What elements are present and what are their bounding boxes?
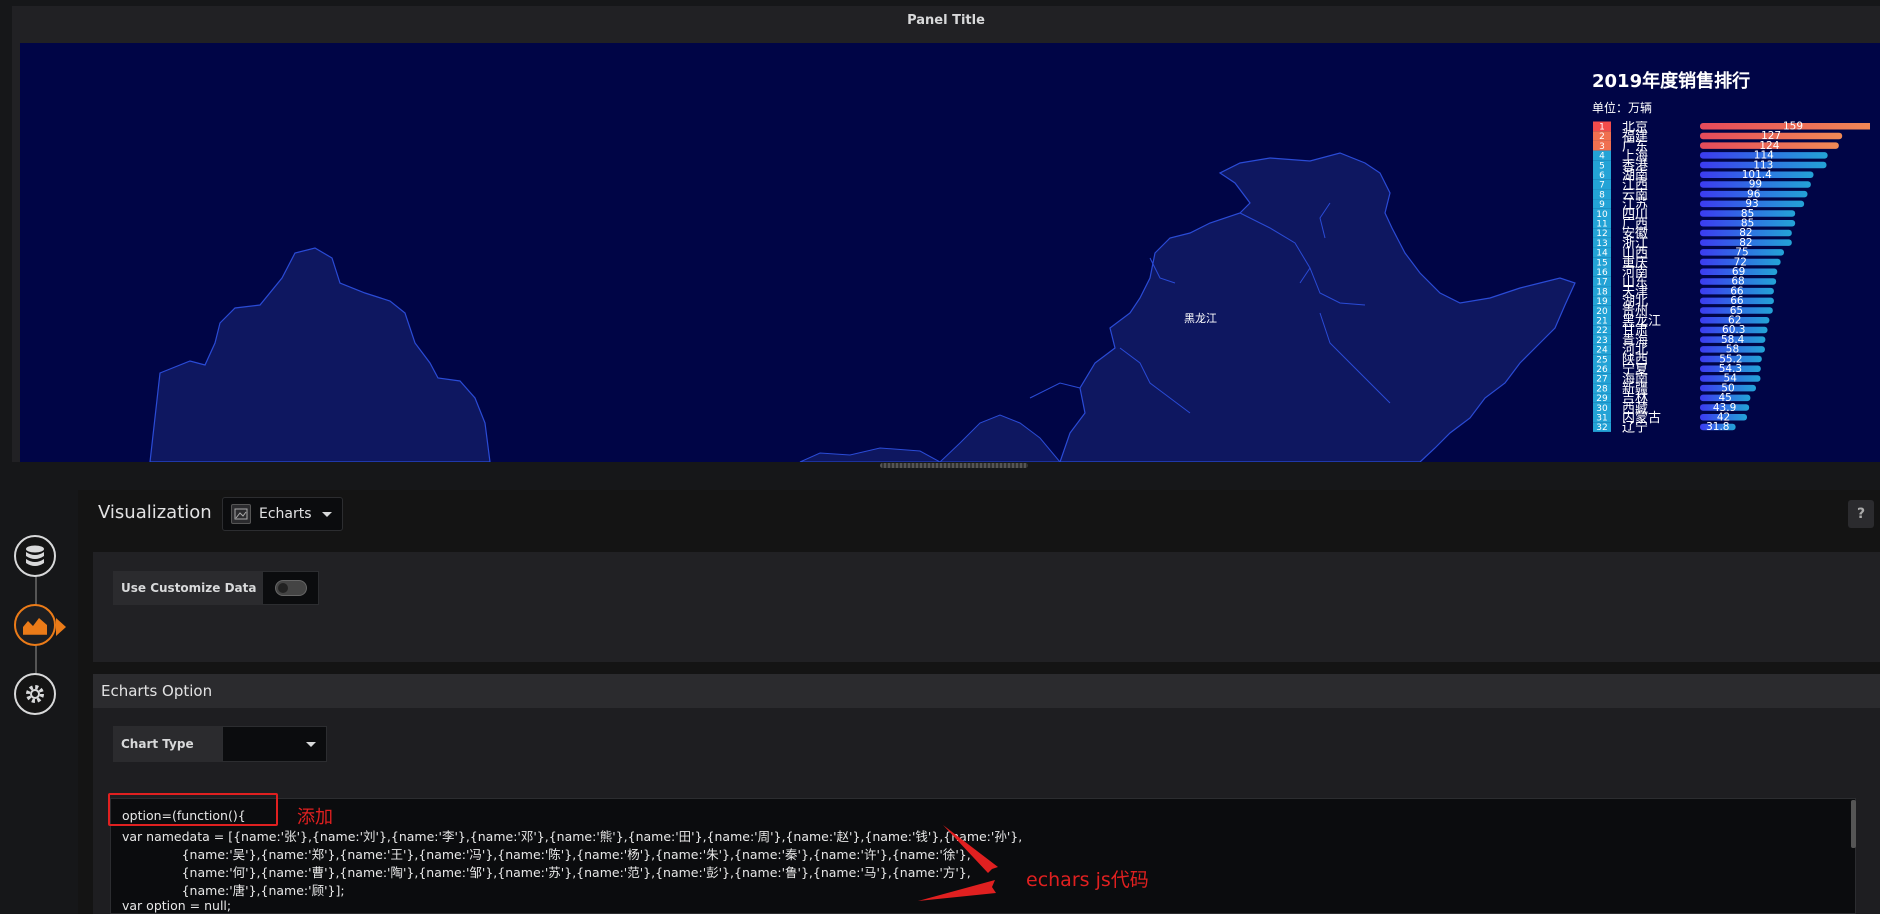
echarts-map-canvas[interactable]: 黑龙江 2019年度销售排行 单位：万辆 1 北京 159 2 福建 127 3 广东 124 4… [20, 43, 1880, 462]
rank-number: 3 [1599, 142, 1605, 152]
rank-number: 26 [1596, 365, 1608, 375]
panel-title[interactable]: Panel Title [12, 6, 1880, 42]
rank-number: 8 [1599, 190, 1605, 200]
rank-number: 19 [1596, 297, 1608, 307]
rank-number: 15 [1596, 258, 1607, 268]
customize-data-section [93, 552, 1880, 662]
annotation-code-label: echars js代码 [1026, 869, 1149, 891]
rank-number: 13 [1596, 239, 1607, 249]
rank-number: 32 [1596, 423, 1607, 433]
rank-number: 5 [1599, 161, 1605, 171]
rank-province-name: 辽宁 [1622, 420, 1648, 436]
use-customize-data-toggle[interactable] [274, 580, 307, 596]
map-region-inner[interactable] [939, 414, 1061, 462]
chevron-down-icon [322, 511, 332, 517]
visualization-label: Visualization [98, 502, 212, 523]
rank-number: 28 [1596, 384, 1608, 394]
use-customize-data-group: Use Customize Data [113, 571, 319, 605]
rank-number: 6 [1599, 171, 1605, 181]
visualization-picker-value: Echarts [259, 506, 312, 522]
map-label-heilongjiang[interactable]: 黑龙江 [1184, 312, 1217, 325]
map-region-bottom[interactable] [799, 447, 941, 462]
echarts-option-title: Echarts Option [101, 682, 213, 700]
rank-number: 30 [1596, 404, 1608, 414]
rank-value-label: 31.8 [1706, 421, 1729, 433]
code-line: var namedata = [{name:'张'},{name:'刘'},{n… [122, 829, 1023, 844]
rank-number: 14 [1596, 249, 1608, 259]
use-customize-data-label: Use Customize Data [113, 571, 262, 605]
sidebar-item-queries[interactable] [14, 535, 56, 577]
sidebar-item-visualization[interactable] [14, 604, 56, 646]
active-step-pointer [56, 618, 66, 636]
rank-number: 4 [1599, 152, 1605, 162]
rank-number: 27 [1596, 375, 1607, 385]
rank-number: 20 [1596, 307, 1608, 317]
annotation-arrow-lower [918, 880, 996, 901]
code-line: var option = null; [122, 898, 232, 913]
rank-value-label: 159 [1783, 121, 1803, 133]
chart-type-select[interactable] [222, 726, 327, 762]
annotation-arrow-upper [943, 825, 998, 873]
rank-number: 18 [1596, 287, 1608, 297]
rank-number: 12 [1596, 229, 1607, 239]
rank-number: 17 [1596, 278, 1607, 288]
chart-image-icon [231, 504, 251, 524]
rank-number: 2 [1599, 132, 1605, 142]
visualization-picker[interactable]: Echarts [222, 497, 343, 531]
rank-number: 23 [1596, 336, 1607, 346]
panel-preview: Panel Title 黑龙江 2019年度销售排行 单位：万辆 1 北京 159 2… [12, 6, 1880, 462]
annotation-highlight-box [108, 793, 278, 826]
rank-number: 29 [1596, 394, 1608, 404]
sidebar-item-general[interactable] [14, 673, 56, 715]
code-line: {name:'唐'},{name:'顾'}]; [122, 883, 345, 898]
chart-type-label: Chart Type [113, 726, 222, 762]
ranking-bar-chart: 1 北京 1592 福建 1273 广东 1244 上海 1145 香港 1136 湖南 101.47 江… [1593, 121, 1870, 436]
gear-icon [26, 685, 44, 703]
database-icon [26, 545, 44, 566]
rank-number: 7 [1599, 181, 1605, 191]
chevron-down-icon [306, 741, 316, 747]
echarts-option-header[interactable] [93, 674, 1880, 708]
rank-number: 25 [1596, 355, 1607, 365]
code-line: {name:'何'},{name:'曹'},{name:'陶'},{name:'… [122, 865, 971, 880]
chart-type-group: Chart Type [113, 726, 327, 762]
ranking-unit: 单位：万辆 [1592, 101, 1653, 115]
annotation-arrows [918, 825, 998, 901]
ranking-title: 2019年度销售排行 [1592, 71, 1751, 92]
area-chart-icon [23, 618, 47, 635]
panel-resize-handle[interactable] [880, 463, 1028, 468]
annotation-add-label: 添加 [297, 807, 333, 828]
map-region-northeast[interactable] [1059, 152, 1576, 462]
map-region-xinjiang[interactable] [149, 247, 491, 462]
help-button[interactable]: ? [1848, 500, 1874, 528]
rank-number: 1 [1599, 123, 1605, 133]
code-line: {name:'吴'},{name:'郑'},{name:'王'},{name:'… [122, 847, 971, 862]
rank-number: 10 [1596, 210, 1608, 220]
rank-number: 9 [1599, 200, 1605, 210]
rank-number: 21 [1596, 317, 1607, 327]
rank-number: 11 [1596, 220, 1607, 230]
rank-number: 22 [1596, 326, 1607, 336]
use-customize-data-switch-cell[interactable] [262, 571, 319, 605]
grafana-panel-editor: Panel Title 黑龙江 2019年度销售排行 单位：万辆 1 北京 159 2… [0, 0, 1880, 914]
rank-number: 31 [1596, 414, 1607, 424]
code-editor-scrollbar[interactable] [1851, 800, 1856, 848]
rank-number: 16 [1596, 268, 1608, 278]
rank-number: 24 [1596, 346, 1608, 356]
